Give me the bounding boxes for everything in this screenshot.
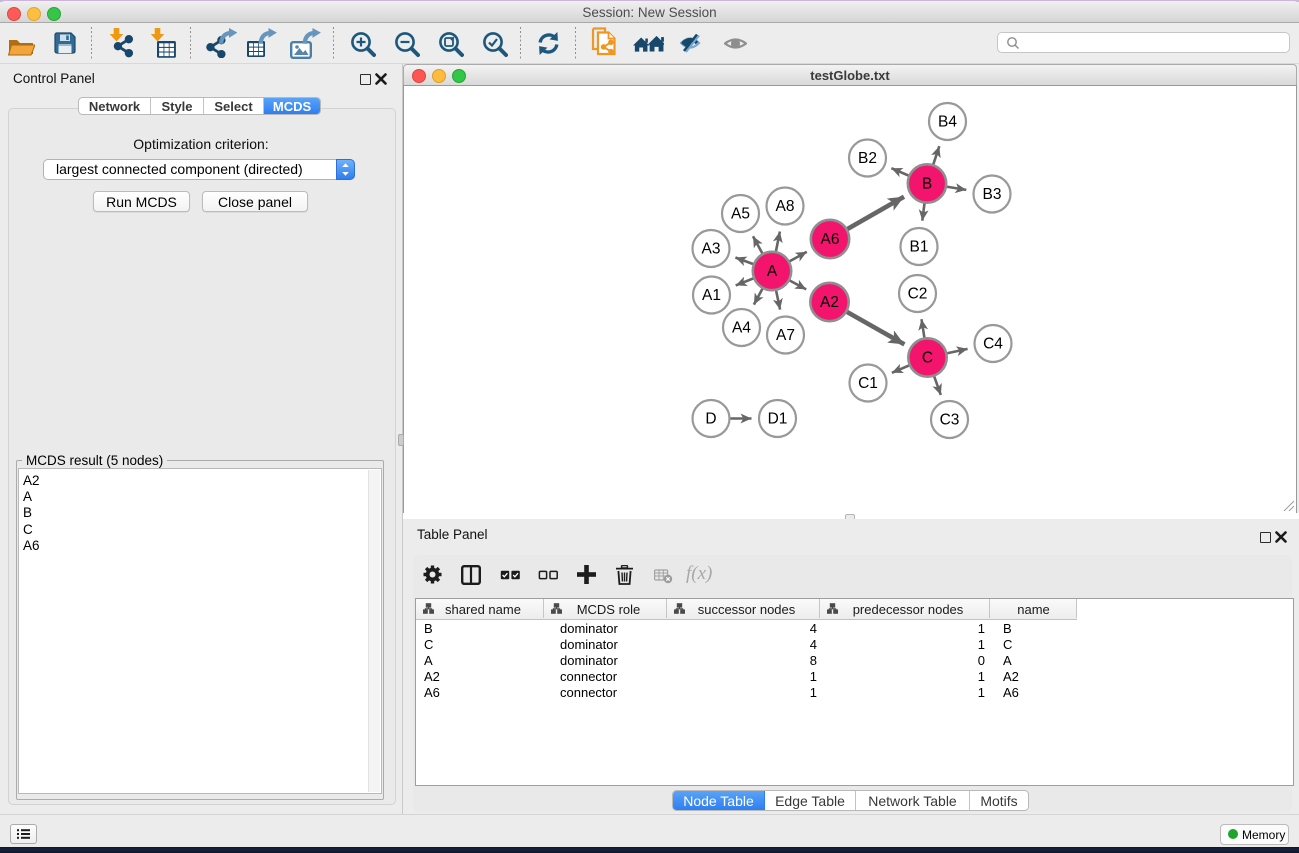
- svg-text:B4: B4: [938, 114, 957, 131]
- svg-text:A3: A3: [702, 241, 721, 258]
- svg-text:B: B: [922, 176, 932, 193]
- svg-text:D: D: [705, 411, 716, 428]
- svg-text:C: C: [922, 350, 933, 367]
- svg-text:B3: B3: [983, 186, 1002, 203]
- svg-text:A4: A4: [732, 320, 751, 337]
- svg-text:C1: C1: [858, 375, 878, 392]
- svg-text:A1: A1: [702, 287, 721, 304]
- svg-text:B1: B1: [910, 239, 929, 256]
- svg-text:A: A: [767, 263, 778, 280]
- svg-text:A7: A7: [776, 327, 795, 344]
- svg-text:A5: A5: [731, 206, 750, 223]
- svg-text:A2: A2: [820, 294, 839, 311]
- svg-text:A8: A8: [776, 198, 795, 215]
- svg-text:A6: A6: [821, 231, 840, 248]
- svg-text:C4: C4: [983, 336, 1003, 353]
- svg-text:C3: C3: [940, 412, 960, 429]
- svg-text:B2: B2: [858, 150, 877, 167]
- svg-text:D1: D1: [768, 411, 788, 428]
- svg-text:C2: C2: [908, 286, 928, 303]
